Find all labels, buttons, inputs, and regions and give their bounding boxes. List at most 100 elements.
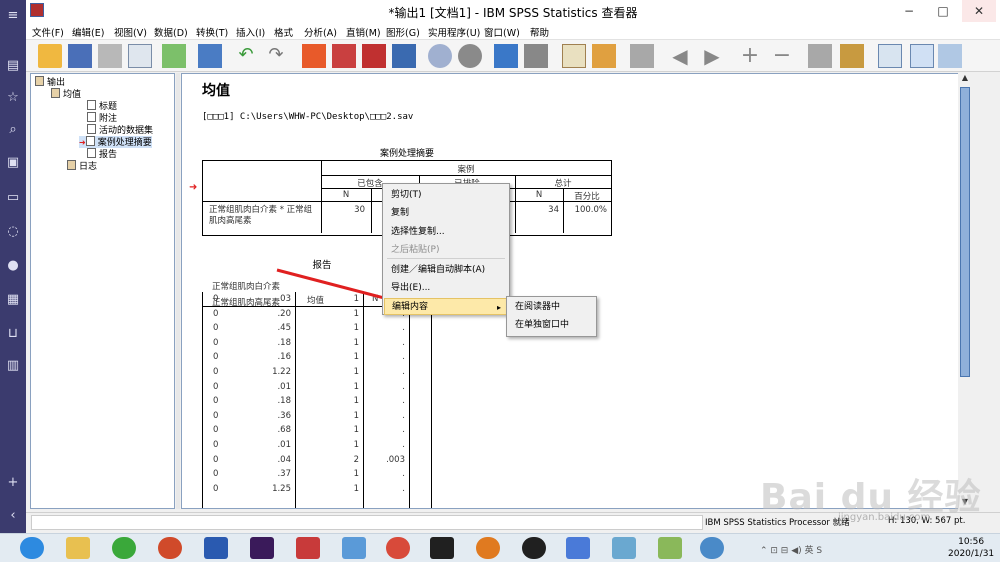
menu-item[interactable]: 格式 — [274, 25, 293, 39]
procedure-icon — [51, 88, 60, 98]
goto-data-icon[interactable] — [302, 44, 326, 68]
insert-output-icon[interactable] — [878, 44, 902, 68]
import-icon[interactable] — [162, 44, 186, 68]
open-icon[interactable] — [38, 44, 62, 68]
tree-node-log[interactable]: 日志 — [67, 160, 97, 172]
chat-icon[interactable]: ◌ — [5, 224, 21, 240]
video-editor-icon[interactable] — [430, 537, 454, 559]
undo-icon[interactable]: ↶ — [234, 44, 258, 68]
collapse-icon[interactable]: ‹ — [5, 508, 21, 524]
expand-icon[interactable]: + — [738, 44, 762, 68]
app-icon[interactable] — [612, 537, 636, 559]
add-icon[interactable]: + — [5, 475, 21, 491]
cart-icon[interactable]: ⊔ — [5, 326, 21, 342]
menu-item[interactable]: 数据(D) — [154, 25, 188, 39]
print-icon[interactable] — [98, 44, 122, 68]
qq-icon[interactable] — [522, 537, 546, 559]
context-menu-item[interactable]: 剪切(T) — [384, 187, 508, 204]
promote-icon[interactable]: ◀ — [668, 44, 692, 68]
menu-item[interactable]: 实用程序(U) — [428, 25, 480, 39]
designate-window-icon[interactable] — [630, 44, 654, 68]
word-icon[interactable] — [204, 537, 228, 559]
hide-icon[interactable] — [458, 44, 482, 68]
output-content: 均值 [□□□1] C:\Users\WHW-PC\Desktop\□□□2.s… — [181, 73, 971, 509]
menu-item[interactable]: 分析(A) — [304, 25, 337, 39]
context-menu-item[interactable]: 导出(E)... — [384, 280, 508, 297]
hide-item-icon[interactable] — [840, 44, 864, 68]
report-cell: .003 — [386, 454, 405, 465]
video-icon[interactable]: ▣ — [5, 155, 21, 171]
menu-item[interactable]: 图形(G) — [386, 25, 420, 39]
tree-node-case-summary[interactable]: ➜ 案例处理摘要 — [79, 136, 152, 148]
menu-item-in-viewer[interactable]: 在阅读器中 — [508, 299, 594, 316]
goto-case-icon[interactable] — [332, 44, 356, 68]
document-icon[interactable]: ▤ — [5, 58, 21, 74]
tree-node-output[interactable]: 输出 — [35, 76, 65, 88]
scroll-thumb[interactable] — [960, 87, 970, 377]
menu-item[interactable]: 转换(T) — [196, 25, 228, 39]
insert-heading-icon[interactable] — [494, 44, 518, 68]
show-icon[interactable] — [808, 44, 832, 68]
goto-variable-icon[interactable] — [362, 44, 386, 68]
insert-title-icon[interactable] — [524, 44, 548, 68]
menu-item[interactable]: 直销(M) — [346, 25, 381, 39]
minimize-icon[interactable]: − — [892, 0, 926, 22]
app-icon[interactable] — [658, 537, 682, 559]
save-icon[interactable] — [68, 44, 92, 68]
variables-icon[interactable] — [392, 44, 416, 68]
context-menu-item[interactable]: 复制 — [384, 205, 508, 222]
search-icon[interactable]: ⌕ — [5, 122, 21, 138]
tree-node-mean[interactable]: 均值 — [51, 88, 81, 100]
avatar[interactable]: ● — [5, 258, 21, 274]
app-icon[interactable] — [342, 537, 366, 559]
premiere-icon[interactable] — [250, 537, 274, 559]
spss-task-icon[interactable] — [700, 537, 724, 559]
maximize-icon[interactable]: □ — [926, 0, 960, 22]
collapse-icon[interactable]: − — [770, 44, 794, 68]
clock[interactable]: 10:56 2020/1/31 — [948, 536, 994, 560]
scroll-up-icon[interactable]: ▲ — [958, 73, 972, 85]
menu-item[interactable]: 文件(F) — [32, 25, 64, 39]
file-explorer-icon[interactable] — [66, 537, 90, 559]
app-icon[interactable] — [566, 537, 590, 559]
insert-chart-icon[interactable] — [910, 44, 934, 68]
export-icon[interactable] — [198, 44, 222, 68]
menu-item-in-separate-window[interactable]: 在单独窗口中 — [508, 317, 594, 334]
close-icon[interactable]: ✕ — [962, 0, 996, 22]
star-icon[interactable]: ☆ — [5, 90, 21, 106]
menu-icon[interactable]: ≡ — [5, 8, 21, 24]
app-icon[interactable] — [476, 537, 500, 559]
show-all-icon[interactable] — [428, 44, 452, 68]
menu-item-edit-content[interactable]: 编辑内容 ▸ — [384, 298, 508, 315]
menu-item[interactable]: 帮助 — [530, 25, 549, 39]
menu-item[interactable]: 窗口(W) — [484, 25, 520, 39]
tree-label: 日志 — [79, 162, 98, 172]
chrome-icon[interactable] — [386, 537, 410, 559]
menu-item[interactable]: 视图(V) — [114, 25, 147, 39]
tree-node-active-dataset[interactable]: 活动的数据集 — [87, 124, 153, 136]
tray-icons[interactable]: ⌃ ⊡ ⊟ ◀) 英 S — [760, 543, 822, 556]
tree-node-notes[interactable]: 附注 — [87, 112, 117, 124]
app-icon[interactable] — [296, 537, 320, 559]
vertical-scrollbar[interactable]: ▲ ▼ — [958, 73, 972, 509]
context-menu-item[interactable]: 选择性复制... — [384, 224, 508, 241]
course-icon[interactable]: ▦ — [5, 292, 21, 308]
browser-icon[interactable] — [20, 537, 44, 559]
report-table[interactable]: 0.031.0.201.0.451.0.181.0.161.01.221.0.0… — [202, 292, 432, 508]
demote-icon[interactable]: ▶ — [700, 44, 724, 68]
wechat-icon[interactable] — [112, 537, 136, 559]
pane-splitter[interactable] — [176, 73, 180, 509]
insert-text-icon[interactable] — [562, 44, 586, 68]
tree-node-report[interactable]: 报告 — [87, 148, 117, 160]
print-preview-icon[interactable] — [128, 44, 152, 68]
menu-item[interactable]: 编辑(E) — [72, 25, 104, 39]
context-menu-item[interactable]: 创建／编辑自动脚本(A) — [384, 262, 508, 279]
live-icon[interactable]: ▭ — [5, 190, 21, 206]
navigate-icon[interactable] — [938, 44, 962, 68]
menu-item[interactable]: 插入(I) — [236, 25, 265, 39]
redo-icon[interactable]: ↷ — [264, 44, 288, 68]
powerpoint-icon[interactable] — [158, 537, 182, 559]
tree-node-title[interactable]: 标题 — [87, 100, 117, 112]
edit-script-icon[interactable] — [592, 44, 616, 68]
book-icon[interactable]: ▥ — [5, 358, 21, 374]
